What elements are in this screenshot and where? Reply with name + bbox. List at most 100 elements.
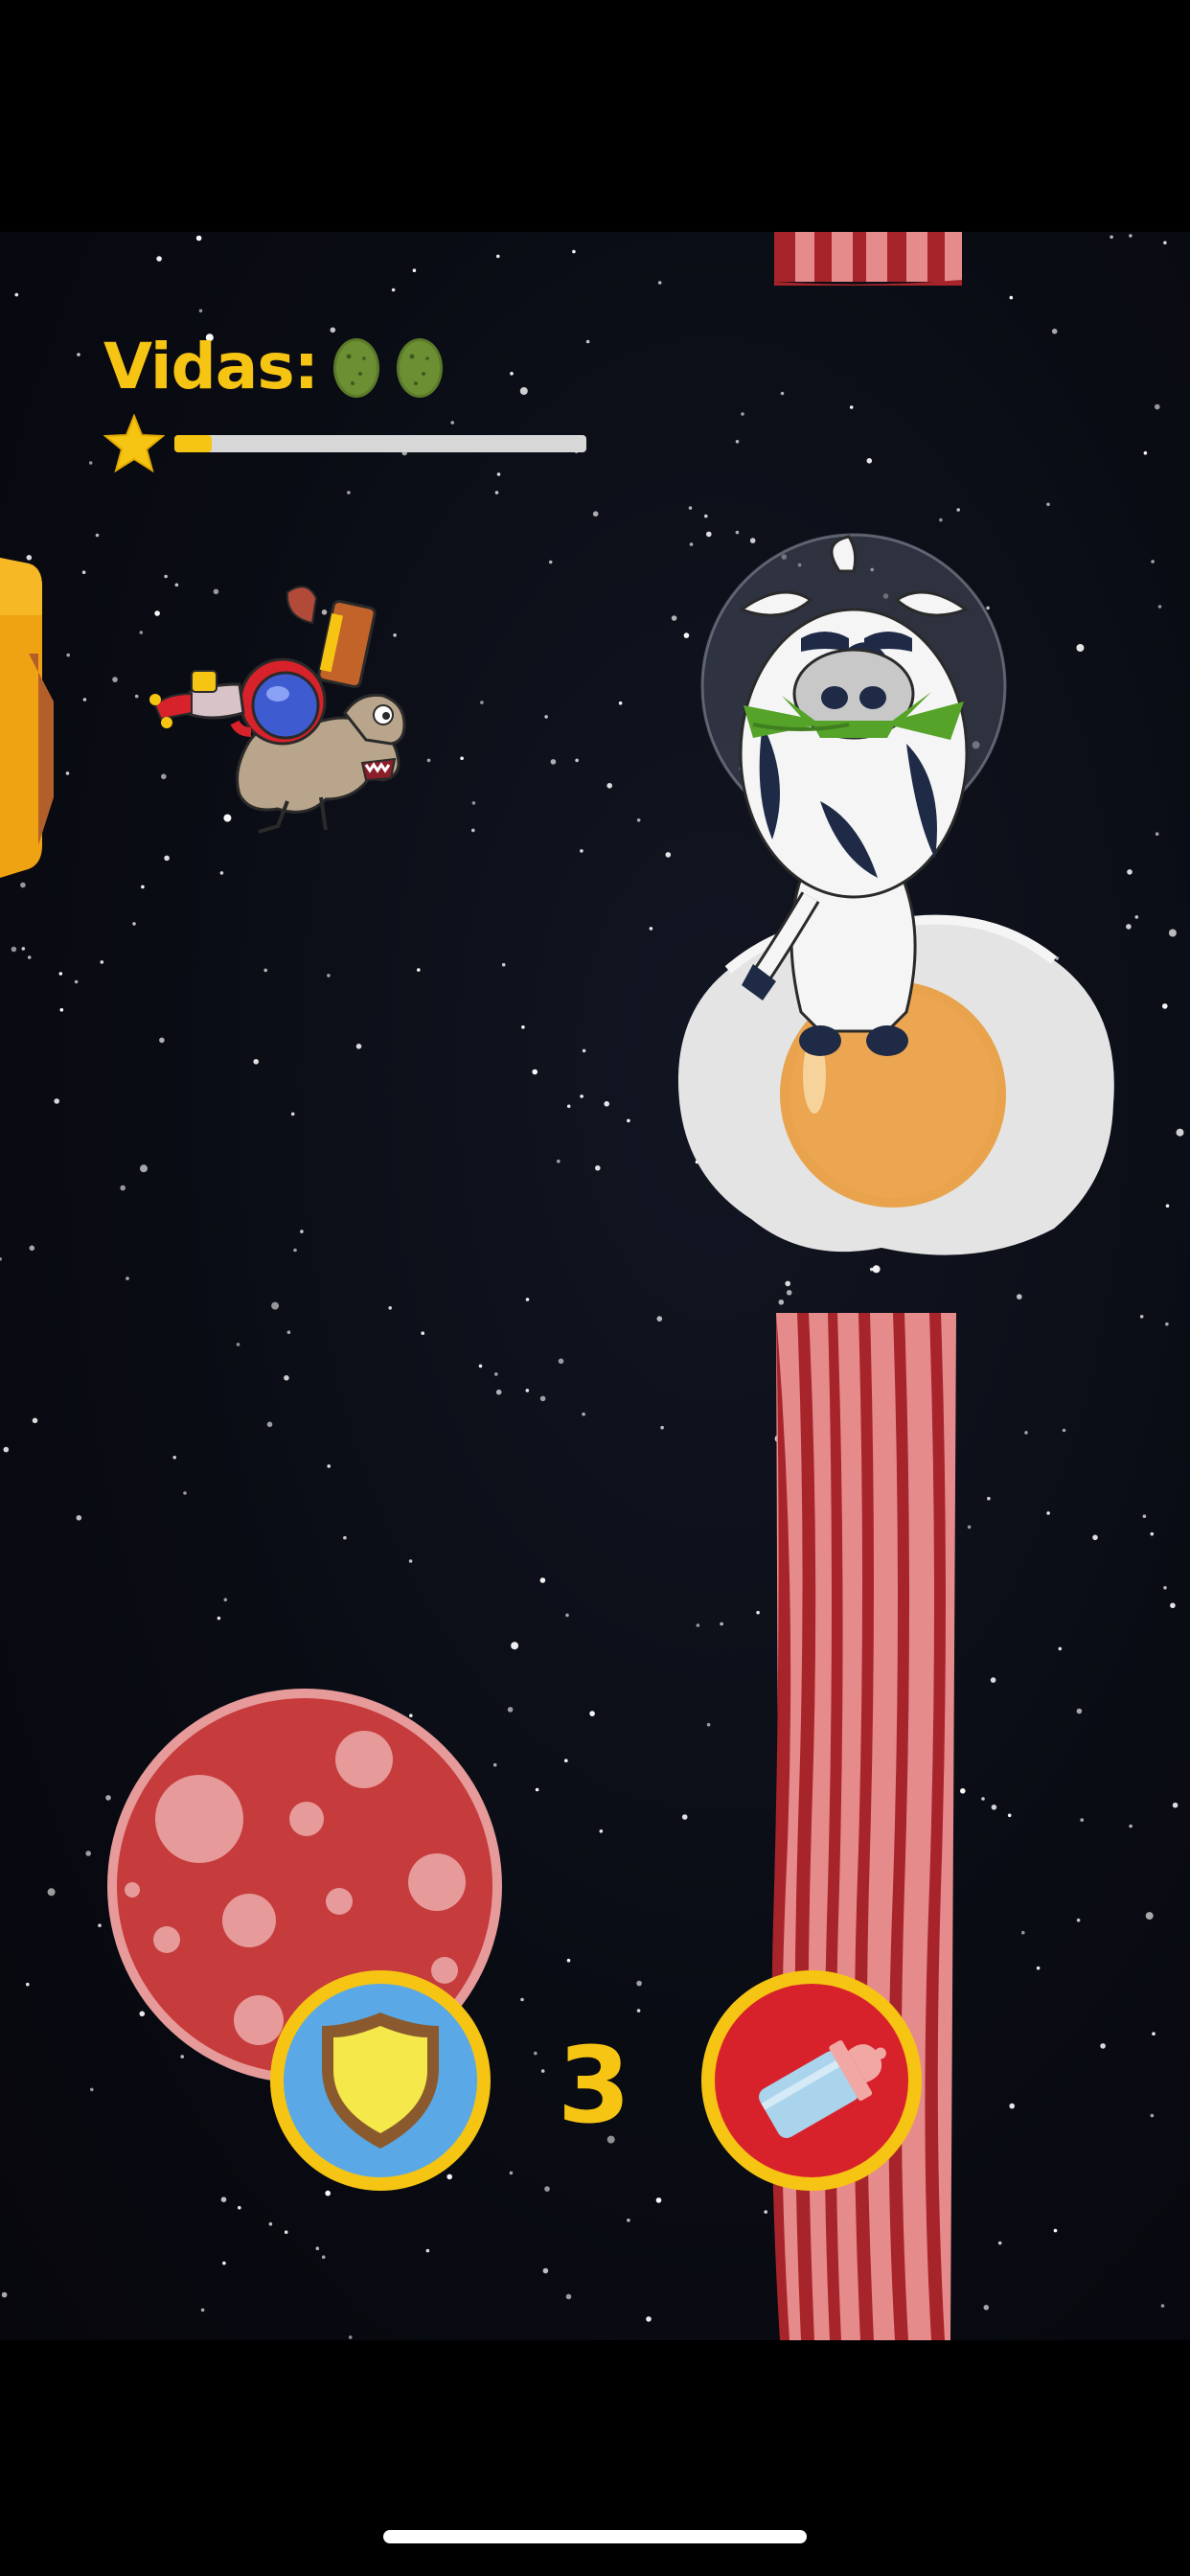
star [550, 759, 557, 765]
star [1139, 1315, 1144, 1319]
star [425, 2248, 430, 2253]
star [471, 801, 476, 805]
star [990, 1677, 996, 1683]
star [544, 715, 548, 719]
star-progress-fill [174, 435, 212, 452]
star [21, 947, 26, 951]
star [11, 946, 17, 953]
star [627, 2219, 630, 2222]
star [683, 632, 690, 638]
star [300, 1230, 304, 1233]
star [81, 570, 86, 574]
star [967, 1525, 972, 1530]
star [991, 1805, 997, 1810]
star [1157, 605, 1162, 609]
star [656, 1316, 663, 1322]
star [585, 339, 590, 344]
star [29, 1245, 35, 1252]
star [156, 256, 162, 262]
star [704, 514, 708, 518]
star [140, 1164, 148, 1173]
star [1155, 403, 1160, 410]
star [872, 1265, 881, 1274]
star [520, 1997, 524, 2002]
star [355, 1044, 362, 1049]
star [1, 2291, 8, 2298]
star [1021, 1930, 1025, 1935]
star [565, 2293, 572, 2300]
baby-bottle-icon [759, 2040, 886, 2139]
star [1170, 1602, 1176, 1609]
star [501, 962, 506, 967]
star [539, 1577, 546, 1583]
star [54, 1098, 59, 1104]
star [1163, 1586, 1167, 1590]
star [646, 2316, 652, 2322]
astronaut-horse-player [149, 586, 406, 834]
star [236, 1343, 240, 1346]
star [544, 2186, 550, 2192]
star [657, 281, 662, 285]
star [981, 1797, 985, 1801]
star [220, 2196, 227, 2202]
star [507, 1707, 514, 1713]
green-egg-icon [397, 337, 444, 398]
star [496, 254, 500, 259]
home-indicator[interactable] [383, 2530, 807, 2543]
star [391, 288, 396, 292]
star [665, 852, 672, 858]
green-egg-icon [333, 337, 380, 398]
star [82, 698, 87, 702]
star [1007, 1813, 1012, 1818]
star [223, 1598, 228, 1602]
game-view[interactable]: Vidas: 3 [0, 232, 1190, 2340]
star [1160, 2304, 1165, 2308]
star-icon [103, 414, 165, 473]
star [219, 871, 224, 875]
star [618, 701, 623, 705]
star [987, 1496, 991, 1501]
star [263, 968, 268, 973]
star [866, 458, 873, 464]
star [540, 2069, 545, 2073]
star [3, 1446, 10, 1453]
star [1150, 2113, 1155, 2118]
star [688, 506, 693, 510]
shield-button[interactable] [270, 1970, 491, 2191]
star [627, 1118, 630, 1123]
star [58, 972, 63, 976]
star [1143, 450, 1148, 455]
star [200, 2308, 205, 2312]
star [735, 440, 740, 444]
star [284, 2230, 288, 2234]
star [660, 1425, 664, 1430]
star [1176, 1128, 1184, 1137]
star [198, 309, 203, 313]
star [494, 1372, 498, 1376]
star [325, 2190, 332, 2196]
star [134, 694, 139, 699]
bottle-button[interactable] [701, 1970, 922, 2191]
star [268, 2221, 273, 2226]
star [606, 783, 612, 789]
star [636, 2009, 641, 2012]
star [589, 1711, 595, 1716]
star [222, 2261, 226, 2266]
space-cow-enemy [700, 533, 1007, 1056]
star [671, 615, 677, 621]
star [741, 412, 744, 416]
star [1076, 1918, 1081, 1922]
star [65, 771, 70, 775]
star [1150, 1531, 1155, 1536]
star [534, 2051, 538, 2056]
star [785, 1280, 790, 1287]
star [1172, 1802, 1179, 1808]
star [1076, 1708, 1083, 1714]
star [535, 1787, 539, 1792]
star [1017, 1294, 1022, 1300]
shield-counter: 3 [557, 2024, 631, 2147]
star [417, 968, 421, 972]
star [1024, 1431, 1028, 1435]
star [780, 391, 785, 396]
star [421, 1331, 425, 1335]
